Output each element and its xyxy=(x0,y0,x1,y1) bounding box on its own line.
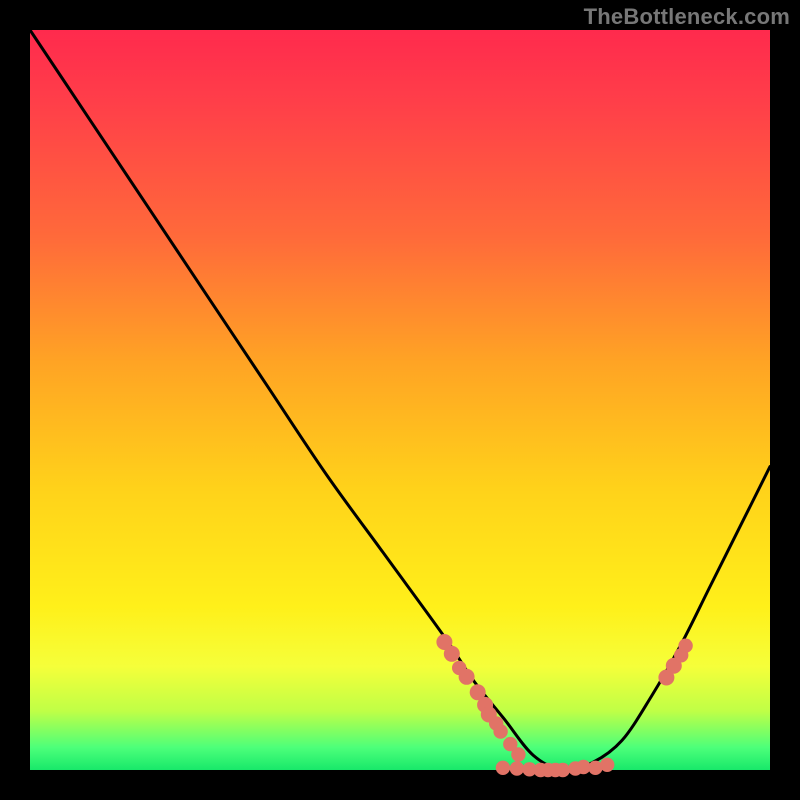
marker-dot xyxy=(511,747,525,761)
marker-dot xyxy=(556,763,570,777)
plot-area xyxy=(30,30,770,770)
marker-dot xyxy=(678,639,692,653)
bottleneck-curve xyxy=(30,30,770,770)
marker-dot xyxy=(510,761,524,775)
highlight-markers xyxy=(436,634,692,777)
curve-svg xyxy=(30,30,770,770)
attribution-label: TheBottleneck.com xyxy=(584,4,790,30)
marker-dot xyxy=(600,758,614,772)
chart-frame: TheBottleneck.com xyxy=(0,0,800,800)
marker-dot xyxy=(496,761,510,775)
marker-dot xyxy=(444,646,460,662)
marker-dot xyxy=(459,669,475,685)
marker-dot xyxy=(493,724,507,738)
